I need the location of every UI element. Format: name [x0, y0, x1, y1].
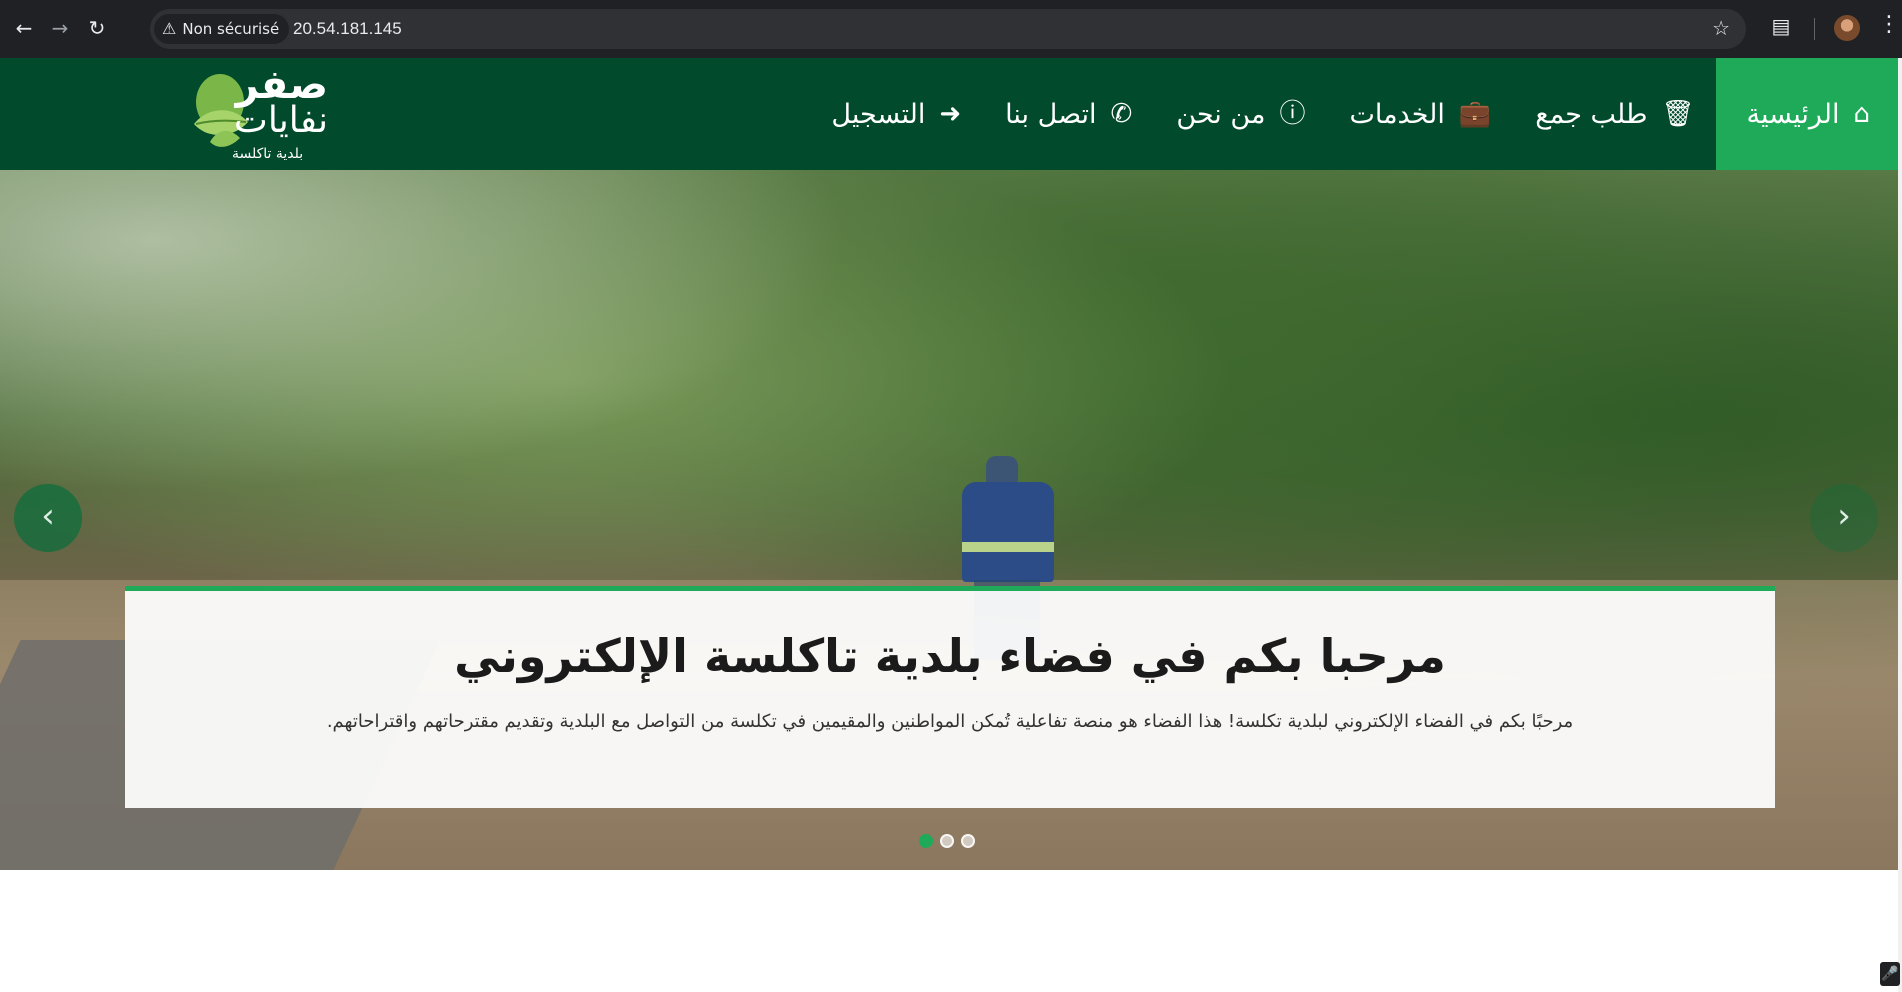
browser-toolbar: ← → ↻ ⚠ Non sécurisé 20.54.181.145 ☆ ▤ ⋮: [0, 0, 1902, 58]
page-scrollbar[interactable]: [1898, 58, 1902, 992]
nav-item-collection-request[interactable]: 🗑 طلب جمع: [1513, 58, 1716, 170]
hero-caption: مرحبا بكم في فضاء بلدية تاكلسة الإلكترون…: [125, 586, 1775, 808]
nav-item-register[interactable]: ➜ التسجيل: [809, 58, 983, 170]
info-icon: ⓘ: [1279, 99, 1306, 129]
url-text[interactable]: 20.54.181.145: [293, 9, 402, 49]
forward-icon[interactable]: →: [46, 14, 74, 42]
trash-icon: 🗑: [1661, 99, 1695, 129]
carousel-indicator-3[interactable]: [961, 834, 975, 848]
nav-item-label: التسجيل: [831, 98, 926, 130]
phone-icon: ✆: [1110, 99, 1133, 129]
logo-text-waste: نفايات: [233, 100, 328, 141]
nav-item-label: الرئيسية: [1746, 98, 1840, 130]
briefcase-icon: 💼: [1458, 99, 1492, 129]
carousel-indicator-2[interactable]: [940, 834, 954, 848]
nav-item-label: من نحن: [1176, 98, 1266, 130]
star-icon[interactable]: ☆: [1712, 16, 1730, 40]
carousel-indicator-1[interactable]: [919, 834, 933, 848]
nav-item-about[interactable]: ⓘ من نحن: [1154, 58, 1327, 170]
menu-icon[interactable]: ⋮: [1878, 12, 1900, 37]
security-label: Non sécurisé: [182, 20, 280, 38]
home-icon: ⌂: [1853, 99, 1870, 129]
site-logo[interactable]: صفر نفايات بلدية تاكلسة: [186, 62, 338, 166]
nav-item-home[interactable]: ⌂ الرئيسية: [1716, 58, 1900, 170]
carousel-prev-button[interactable]: ‹: [14, 484, 82, 552]
extensions-icon[interactable]: ▤: [1768, 14, 1794, 40]
carousel-indicators: [919, 834, 975, 848]
reload-icon[interactable]: ↻: [83, 14, 111, 42]
nav-item-services[interactable]: 💼 الخدمات: [1327, 58, 1513, 170]
main-nav: ⌂ الرئيسية 🗑 طلب جمع 💼 الخدمات ⓘ من نحن …: [809, 58, 1900, 170]
carousel-next-button[interactable]: ›: [1810, 484, 1878, 552]
hero-text: مرحبًا بكم في الفضاء الإلكتروني لبلدية ت…: [326, 711, 1574, 732]
nav-item-contact[interactable]: ✆ اتصل بنا: [983, 58, 1154, 170]
avatar[interactable]: [1834, 15, 1860, 41]
chevron-right-icon: ›: [1837, 496, 1851, 536]
warning-icon: ⚠: [162, 19, 177, 38]
chevron-left-icon: ‹: [41, 496, 55, 536]
nav-item-label: الخدمات: [1349, 98, 1445, 130]
address-bar[interactable]: ⚠ Non sécurisé 20.54.181.145 ☆: [150, 9, 1746, 49]
hero-carousel: ‹ › مرحبا بكم في فضاء بلدية تاكلسة الإلك…: [0, 170, 1902, 870]
hero-title: مرحبا بكم في فضاء بلدية تاكلسة الإلكترون…: [454, 629, 1446, 683]
nav-item-label: اتصل بنا: [1005, 98, 1097, 130]
microphone-icon[interactable]: 🎤: [1880, 962, 1900, 986]
security-chip[interactable]: ⚠ Non sécurisé: [154, 14, 290, 44]
toolbar-divider: [1814, 18, 1815, 40]
logo-text-municipality: بلدية تاكلسة: [232, 146, 304, 162]
site-header: ⌂ الرئيسية 🗑 طلب جمع 💼 الخدمات ⓘ من نحن …: [0, 58, 1902, 170]
nav-item-label: طلب جمع: [1535, 98, 1648, 130]
sign-in-icon: ➜: [939, 99, 962, 129]
back-icon[interactable]: ←: [10, 14, 38, 42]
